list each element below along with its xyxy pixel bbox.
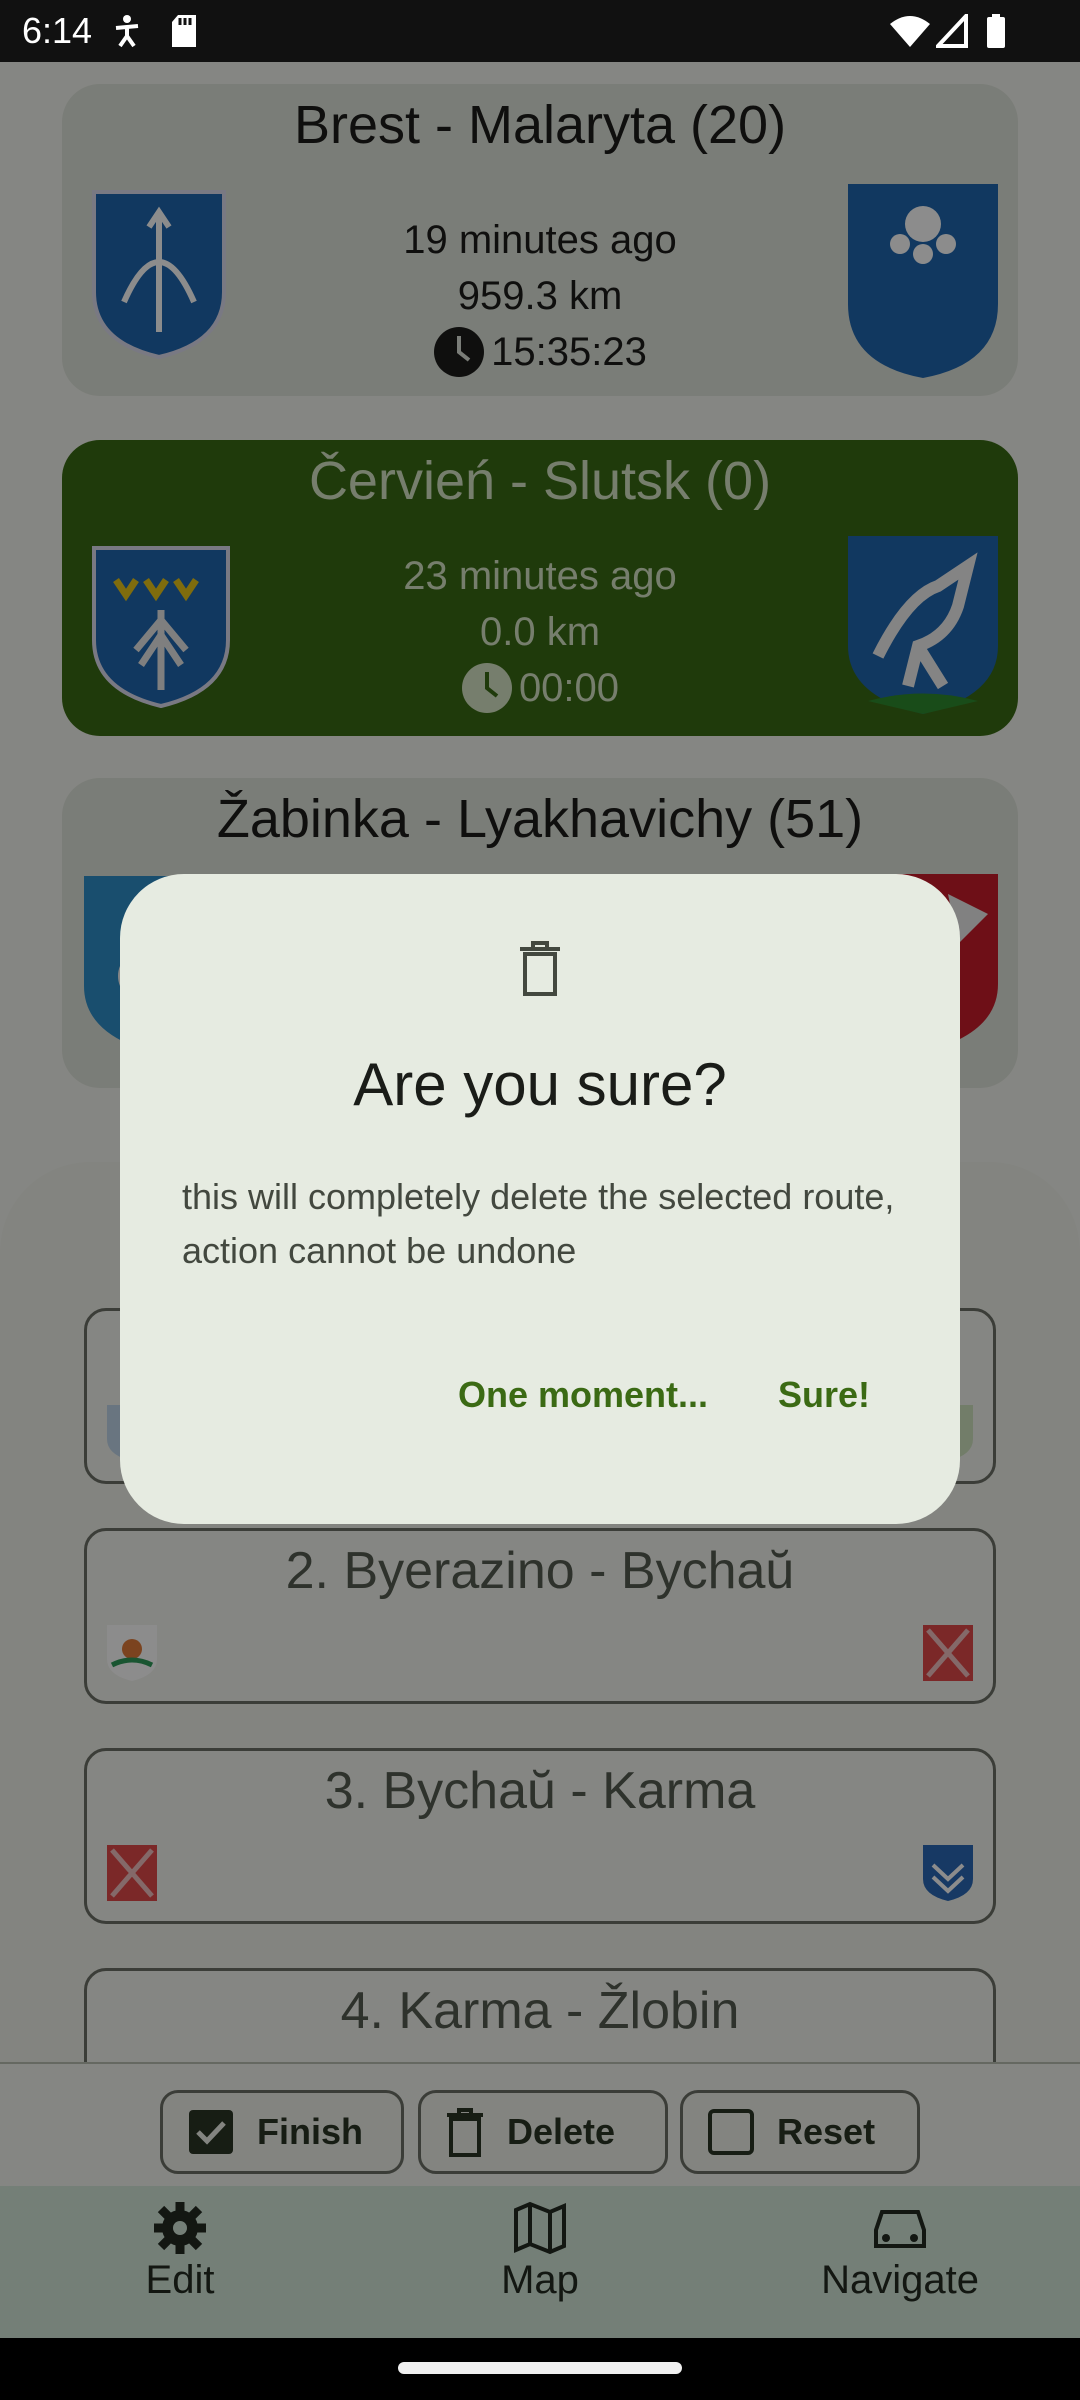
wifi-icon: [890, 14, 930, 48]
status-time: 6:14: [22, 10, 93, 51]
accessibility-icon: [112, 14, 142, 48]
trash-icon: [520, 941, 560, 996]
cancel-button[interactable]: One moment...: [458, 1374, 708, 1416]
signal-icon: [936, 14, 968, 48]
dialog-title: Are you sure?: [353, 1051, 727, 1118]
status-bar: 6:14: [0, 0, 1080, 62]
system-navigation-bar: [0, 2338, 1080, 2400]
confirm-delete-dialog: Are you sure? this will completely delet…: [120, 874, 960, 1524]
sd-card-icon: [170, 14, 198, 48]
dialog-message: this will completely delete the selected…: [182, 1176, 895, 1271]
battery-icon: [986, 14, 1006, 48]
confirm-button[interactable]: Sure!: [778, 1374, 870, 1416]
home-gesture-handle[interactable]: [398, 2362, 682, 2374]
